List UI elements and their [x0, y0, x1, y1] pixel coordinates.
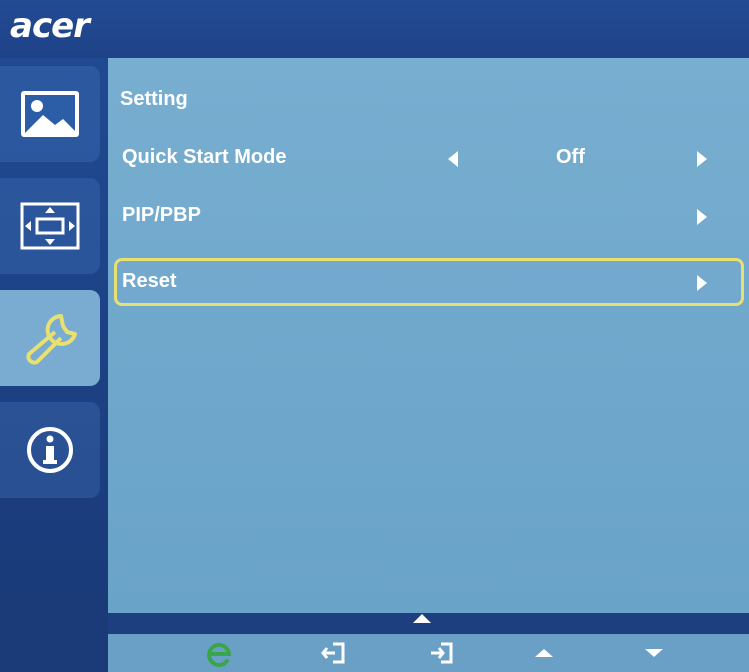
exit-icon — [321, 642, 345, 664]
up-button[interactable] — [524, 636, 564, 670]
settings-panel: Setting Quick Start Mode Off PIP/PBP Res… — [108, 58, 749, 623]
e-mode-icon — [207, 642, 232, 667]
right-arrow-icon[interactable] — [697, 209, 707, 225]
menu-item-label: Reset — [122, 270, 177, 292]
footer-spacer — [0, 613, 108, 672]
enter-button[interactable] — [422, 636, 462, 670]
menu-item-quick-start-mode[interactable]: Quick Start Mode Off — [114, 134, 744, 182]
tab-osd[interactable] — [0, 178, 100, 274]
menu-item-value: Off — [556, 146, 585, 168]
picture-icon — [21, 91, 79, 137]
title-bar: acer — [0, 0, 749, 58]
info-icon — [27, 427, 73, 473]
button-guide-bar — [108, 634, 749, 672]
tab-information[interactable] — [0, 402, 100, 498]
up-icon — [535, 649, 553, 657]
sidebar — [0, 58, 108, 613]
wrench-icon — [26, 314, 77, 365]
menu-item-pip-pbp[interactable]: PIP/PBP — [114, 192, 744, 240]
tab-setting[interactable] — [0, 290, 100, 386]
e-mode-button[interactable] — [200, 636, 240, 670]
down-button[interactable] — [634, 636, 674, 670]
right-arrow-icon[interactable] — [697, 275, 707, 291]
menu-item-label: PIP/PBP — [122, 204, 201, 226]
tab-picture[interactable] — [0, 66, 100, 162]
osd-arrows-icon — [20, 202, 80, 250]
exit-button[interactable] — [314, 636, 354, 670]
menu-item-reset[interactable]: Reset — [114, 258, 744, 306]
right-arrow-icon[interactable] — [697, 151, 707, 167]
down-icon — [645, 649, 663, 657]
menu-item-label: Quick Start Mode — [122, 146, 287, 168]
scroll-up-icon — [413, 614, 431, 623]
left-arrow-icon[interactable] — [448, 151, 458, 167]
enter-icon — [431, 642, 453, 664]
acer-logo: acer — [10, 6, 90, 46]
panel-title: Setting — [120, 88, 188, 110]
